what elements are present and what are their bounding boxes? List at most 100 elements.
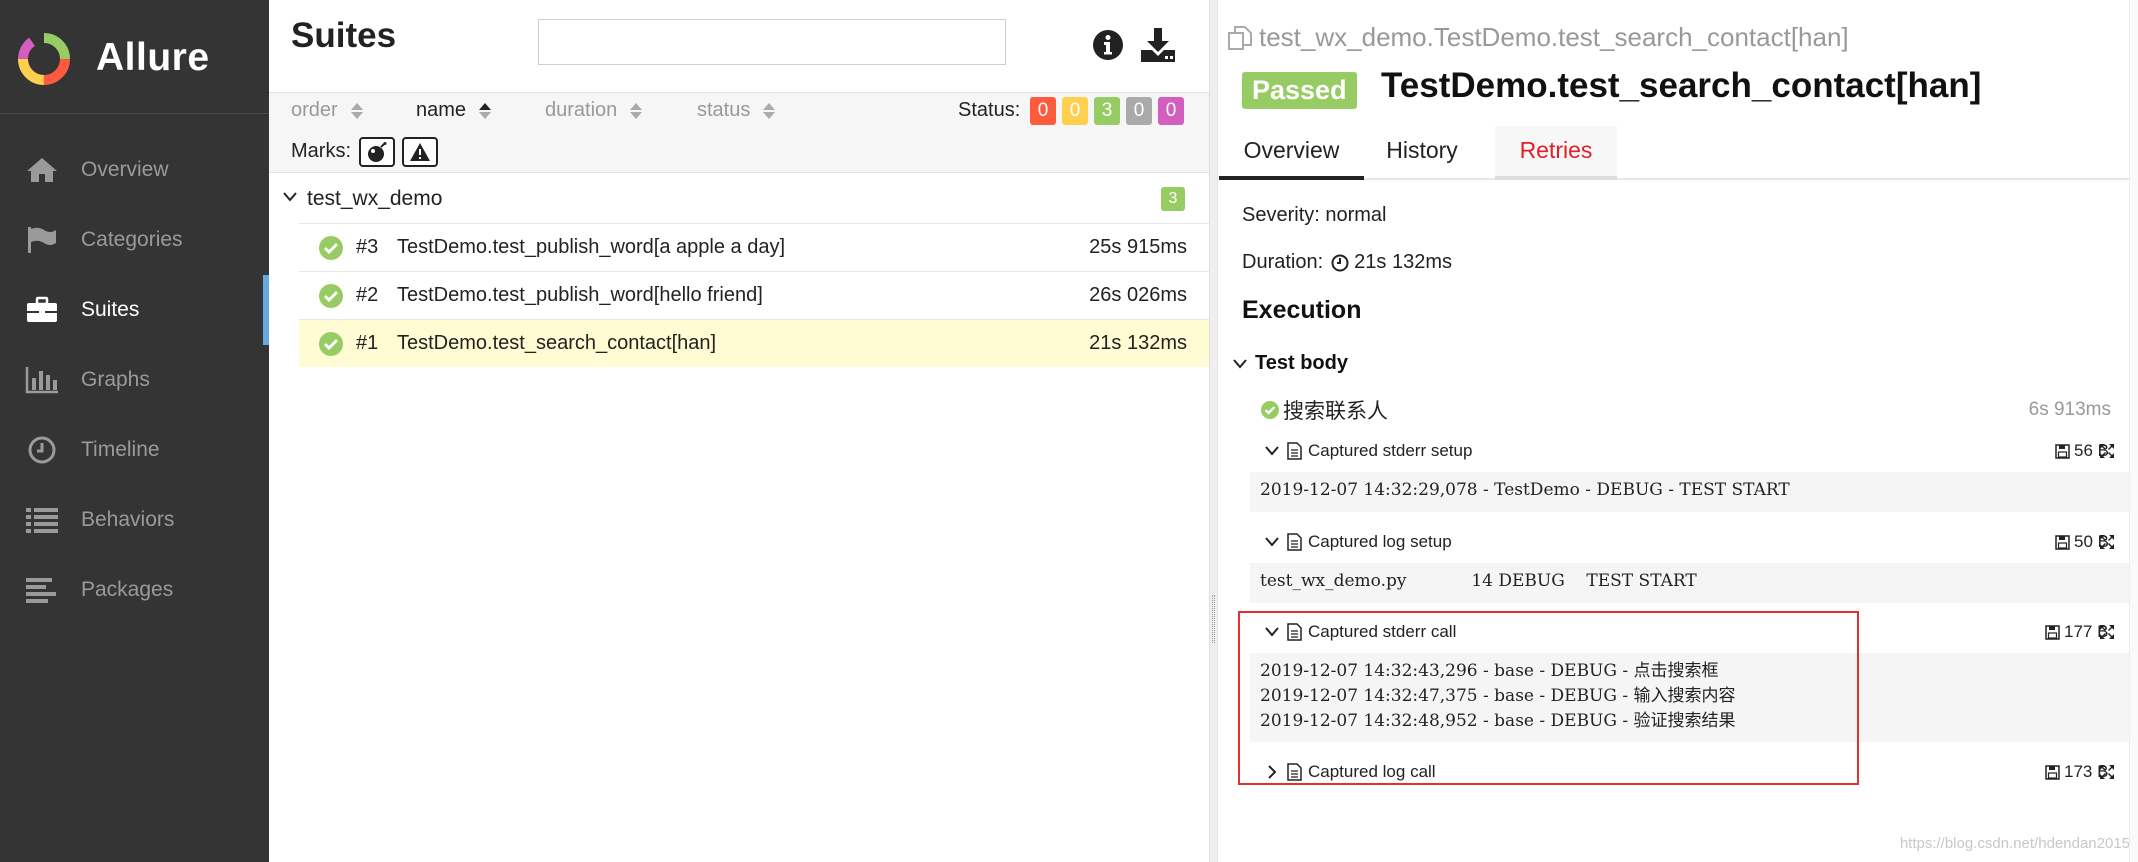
bomb-icon	[368, 142, 387, 162]
list-icon	[24, 505, 60, 535]
warning-icon	[410, 143, 430, 161]
status-skipped-badge[interactable]: 0	[1126, 97, 1152, 125]
step-row[interactable]: 搜索联系人 6s 913ms	[1261, 395, 2138, 425]
attachment-name: Captured log setup	[1308, 532, 1452, 551]
status-broken-badge[interactable]: 0	[1062, 97, 1088, 125]
test-name: TestDemo.test_publish_word[hello friend]	[397, 284, 763, 306]
chevron-down-icon	[283, 192, 297, 202]
sort-icon	[350, 102, 363, 119]
sort-duration[interactable]: duration	[545, 99, 643, 122]
test-body-label: Test body	[1255, 352, 1348, 374]
tab-history[interactable]: History	[1367, 126, 1477, 180]
test-duration: 25s 915ms	[1089, 236, 1187, 258]
brand-name: Allure	[96, 36, 210, 79]
save-icon	[2055, 443, 2070, 459]
sidebar-item-behaviors[interactable]: Behaviors	[0, 485, 269, 555]
attachment-content: test_wx_demo.py 14 DEBUG TEST START	[1250, 563, 2138, 603]
tab-retries[interactable]: Retries	[1495, 126, 1617, 180]
pane-splitter[interactable]	[1209, 0, 1218, 862]
fullscreen-icon[interactable]	[2099, 624, 2115, 640]
passed-check-icon	[319, 332, 343, 356]
sort-icon	[763, 102, 776, 119]
chevron-down-icon	[1233, 358, 1247, 369]
detail-tabs: Overview History Retries	[1219, 126, 2138, 180]
flag-icon	[24, 225, 60, 255]
test-name: TestDemo.test_publish_word[a apple a day…	[397, 236, 786, 258]
status-passed-badge[interactable]: 3	[1094, 97, 1120, 125]
duration-label: Duration:	[1242, 251, 1324, 273]
test-detail-pane: test_wx_demo.TestDemo.test_search_contac…	[1219, 0, 2138, 862]
status-failed-badge[interactable]: 0	[1030, 97, 1056, 125]
severity: Severity: normal	[1242, 204, 1387, 226]
scrollbar[interactable]	[2129, 0, 2138, 862]
sidebar-item-overview[interactable]: Overview	[0, 135, 269, 205]
status-filter-label: Status:	[958, 99, 1021, 121]
attachment-name: Captured stderr setup	[1308, 441, 1473, 460]
clock-icon	[1331, 254, 1349, 271]
suites-toolbar: order name duration status Status: 0 0 3…	[269, 92, 1209, 173]
attachment-row[interactable]: Captured stderr setup 56 B	[1263, 435, 2138, 467]
suite-group-name: test_wx_demo	[307, 187, 443, 210]
test-number: #2	[356, 284, 379, 306]
status-unknown-badge[interactable]: 0	[1158, 97, 1184, 125]
page-title: Suites	[291, 16, 397, 55]
passed-check-icon	[319, 236, 343, 260]
attachment-row[interactable]: Captured log setup 50 B	[1263, 526, 2138, 558]
search-input[interactable]	[538, 19, 1006, 65]
test-body-toggle[interactable]: Test body	[1233, 352, 1348, 375]
sidebar-item-label: Behaviors	[81, 508, 175, 531]
align-left-icon	[24, 575, 60, 605]
sidebar-item-categories[interactable]: Categories	[0, 205, 269, 275]
test-row-selected[interactable]: #1 TestDemo.test_search_contact[han] 21s…	[299, 319, 1209, 367]
breadcrumb-text: test_wx_demo.TestDemo.test_search_contac…	[1259, 22, 1849, 52]
sort-order[interactable]: order	[291, 99, 364, 122]
fullscreen-icon[interactable]	[2099, 764, 2115, 780]
brand[interactable]: Allure	[0, 0, 269, 114]
save-icon	[2055, 534, 2070, 550]
test-number: #1	[356, 332, 379, 354]
sidebar-item-suites[interactable]: Suites	[0, 275, 269, 345]
download-icon[interactable]	[1139, 26, 1177, 64]
sort-label: duration	[545, 99, 618, 121]
passed-check-icon	[319, 284, 343, 308]
test-row[interactable]: #2 TestDemo.test_publish_word[hello frie…	[299, 271, 1209, 319]
test-duration: 21s 132ms	[1089, 332, 1187, 354]
mark-flaky-button[interactable]	[359, 137, 395, 167]
test-name: TestDemo.test_search_contact[han]	[397, 332, 717, 354]
sort-label: name	[416, 99, 467, 121]
mark-new-failed-button[interactable]	[402, 137, 438, 167]
suite-passed-count: 3	[1161, 187, 1185, 211]
sidebar-item-graphs[interactable]: Graphs	[0, 345, 269, 415]
sidebar-item-timeline[interactable]: Timeline	[0, 415, 269, 485]
test-row[interactable]: #3 TestDemo.test_publish_word[a apple a …	[299, 223, 1209, 271]
status-filter: 0 0 3 0 0	[1030, 97, 1184, 125]
file-text-icon	[1287, 533, 1302, 551]
copy-icon	[1228, 25, 1252, 50]
fullscreen-icon[interactable]	[2099, 534, 2115, 550]
suite-group[interactable]: test_wx_demo 3	[269, 175, 1209, 223]
highlight-annotation-box	[1238, 611, 1859, 785]
step-duration: 6s 913ms	[2028, 399, 2111, 420]
save-icon	[2045, 764, 2060, 780]
sidebar-item-label: Suites	[81, 298, 140, 321]
info-icon[interactable]	[1091, 28, 1125, 62]
sidebar-item-packages[interactable]: Packages	[0, 555, 269, 625]
sort-label: status	[697, 99, 751, 121]
sidebar-item-label: Graphs	[81, 368, 150, 391]
duration-value: 21s 132ms	[1354, 251, 1452, 273]
execution-heading: Execution	[1242, 296, 1362, 324]
test-number: #3	[356, 236, 379, 258]
chevron-down-icon	[1265, 535, 1281, 549]
sort-status[interactable]: status	[697, 99, 776, 122]
passed-check-icon	[1261, 401, 1279, 419]
watermark: https://blog.csdn.net/hdendan2015	[1899, 835, 2130, 852]
tab-overview[interactable]: Overview	[1219, 126, 1364, 180]
suites-pane: Suites order name duration status Status…	[269, 0, 1209, 862]
home-icon	[24, 155, 60, 185]
sidebar-item-label: Categories	[81, 228, 183, 251]
splitter-grip[interactable]	[1212, 595, 1215, 643]
sort-asc-icon	[479, 102, 492, 119]
breadcrumb[interactable]: test_wx_demo.TestDemo.test_search_contac…	[1227, 22, 1849, 53]
fullscreen-icon[interactable]	[2099, 443, 2115, 459]
sort-name[interactable]: name	[416, 99, 492, 122]
